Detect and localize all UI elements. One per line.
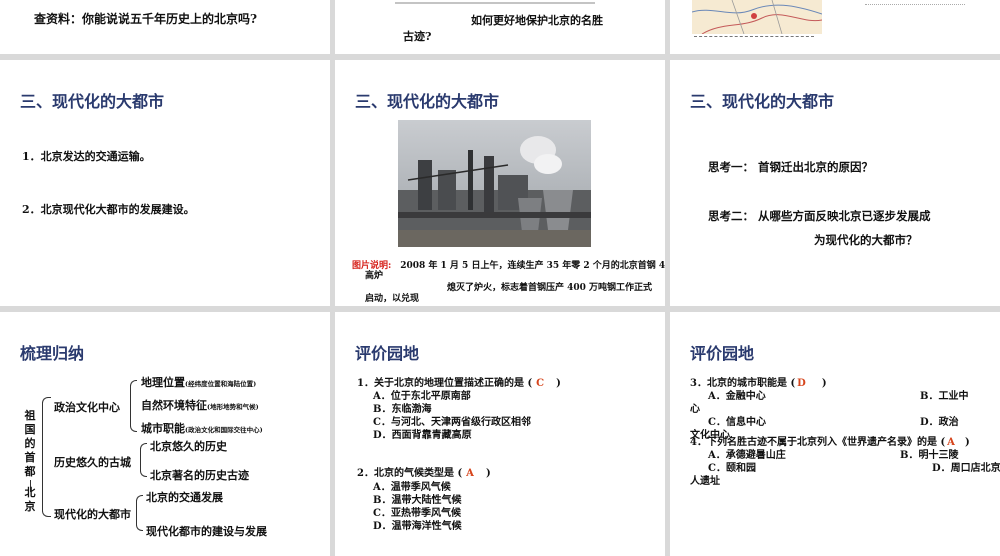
q2-answer: A (466, 468, 474, 479)
b1-item-3: 城市职能(政治文化和国际交往中心) (141, 420, 263, 436)
q3-option-d: D．政治 (920, 417, 959, 428)
b3-item-2: 现代化都市的建设与发展 (146, 525, 267, 538)
q1-answer: C (536, 378, 545, 389)
caption-line-2: 高炉 (365, 271, 384, 281)
root-char: 首 (24, 451, 36, 464)
branch-3-brace (136, 495, 143, 531)
slide-3-legend (694, 36, 814, 39)
caption-text-1: 2008 年 1 月 5 日上午，连续生产 35 年零 2 个月的北京首钢 4 … (400, 261, 665, 271)
slide-7-title: 梳理归纳 (20, 344, 85, 363)
slide-2-line1: 如何更好地保护北京的名胜 (471, 14, 603, 27)
think-question-2a: 思考二： 从哪些方面反映北京已逐步发展成 (708, 209, 931, 223)
branch-history: 历史悠久的古城 (54, 456, 131, 469)
root-brace (42, 397, 51, 517)
q3-option-b: B．工业中 (920, 391, 969, 402)
q4-close: ) (964, 437, 970, 448)
b1-item-1-main: 地理位置 (141, 376, 185, 389)
question-2: 2．北京的气候类型是 (A) (357, 464, 491, 479)
q3-close: ) (821, 378, 827, 389)
slide-8-title: 评价园地 (355, 344, 420, 363)
q1-close: ) (556, 378, 561, 389)
b1-item-2-main: 自然环境特征 (141, 399, 207, 412)
b2-item-2: 北京著名的历史古迹 (150, 469, 249, 482)
b2-item-1: 北京悠久的历史 (150, 440, 227, 453)
b1-item-2-note: (地形地势和气候) (207, 403, 259, 411)
branch-politics: 政治文化中心 (54, 401, 120, 414)
slide-2-text-cut (395, 0, 595, 4)
root-char: 的 (24, 437, 36, 450)
slide-9: 评价园地 3．北京的城市职能是 (D) A．金融中心 B．工业中 心 C．信息中… (670, 312, 1000, 556)
slide-3 (670, 0, 1000, 54)
b3-item-1: 北京的交通发展 (146, 491, 223, 504)
slide-6: 三、现代化的大都市 思考一： 首钢迁出北京的原因？ 思考二： 从哪些方面反映北京… (670, 60, 1000, 306)
slide-8: 评价园地 1．关于北京的地理位置描述正确的是 (C) A．位于东北平原南部 B．… (335, 312, 665, 556)
slide-4-item-1: 1．北京发达的交通运输。 (22, 150, 151, 163)
slide-1: 查资料：你能说说五千年历史上的北京吗? (0, 0, 330, 54)
branch-1-brace (130, 380, 137, 432)
caption-line-4: 启动，以兑现 (365, 294, 420, 304)
slide-7: 梳理归纳 祖 国 的 首 都 北 京 政治文化中心 地理位置(经纬度位置和海陆位… (0, 312, 330, 556)
slide-5-title: 三、现代化的大都市 (355, 92, 500, 111)
think-question-1: 思考一： 首钢迁出北京的原因？ (708, 160, 874, 174)
b1-item-2: 自然环境特征(地形地势和气候) (141, 397, 259, 413)
q3-option-a: A．金融中心 (708, 391, 766, 402)
think-question-2b: 为现代化的大都市？ (814, 233, 918, 247)
slide-6-title: 三、现代化的大都市 (690, 92, 835, 111)
slide-2: 如何更好地保护北京的名胜 古迹? (335, 0, 665, 54)
root-char: 京 (24, 500, 36, 513)
b1-item-1-note: (经纬度位置和海陆位置) (185, 380, 257, 388)
q3-option-b-wrap: 心 (690, 404, 700, 415)
root-char: 北 (24, 486, 36, 499)
q4-option-d: D．周口店北京 (932, 463, 1000, 474)
slide-5: 三、现代化的大都市 图片说明: 2008 年 1 月 5 日上午，连续生产 35… (335, 60, 665, 306)
root-char: 都 (24, 465, 36, 478)
q2-option-d: D．温带海洋性气候 (373, 521, 462, 532)
slide-9-title: 评价园地 (690, 344, 755, 363)
b1-item-3-main: 城市职能 (141, 422, 185, 435)
caption-line-1: 图片说明: 2008 年 1 月 5 日上午，连续生产 35 年零 2 个月的北… (352, 258, 665, 271)
slide-3-map-image (692, 0, 822, 34)
q4-option-d-wrap: 人遗址 (690, 476, 720, 487)
slide-2-line2: 古迹? (403, 30, 432, 43)
slide-3-right-text (865, 0, 965, 5)
slide-1-text: 查资料：你能说说五千年历史上的北京吗? (34, 12, 258, 26)
q1-option-d: D．西面背靠青藏高原 (373, 430, 472, 441)
slide-4: 三、现代化的大都市 1．北京发达的交通运输。 2．北京现代化大都市的发展建设。 (0, 60, 330, 306)
branch-2-brace (140, 443, 147, 477)
slide-4-item-2: 2．北京现代化大都市的发展建设。 (22, 203, 195, 216)
b1-item-1: 地理位置(经纬度位置和海陆位置) (141, 374, 256, 390)
caption-line-3: 熄灭了炉火，标志着首钢压产 400 万吨钢工作正式 (447, 283, 653, 293)
q2-close: ) (485, 468, 491, 479)
root-char: 国 (24, 423, 36, 436)
q3-answer: D (797, 378, 806, 389)
branch-modern: 现代化的大都市 (54, 508, 131, 521)
steel-plant-photo (398, 120, 591, 247)
b1-item-3-note: (政治文化和国际交往中心) (185, 426, 263, 434)
slide-4-title: 三、现代化的大都市 (20, 92, 165, 111)
root-char: 祖 (24, 409, 36, 422)
